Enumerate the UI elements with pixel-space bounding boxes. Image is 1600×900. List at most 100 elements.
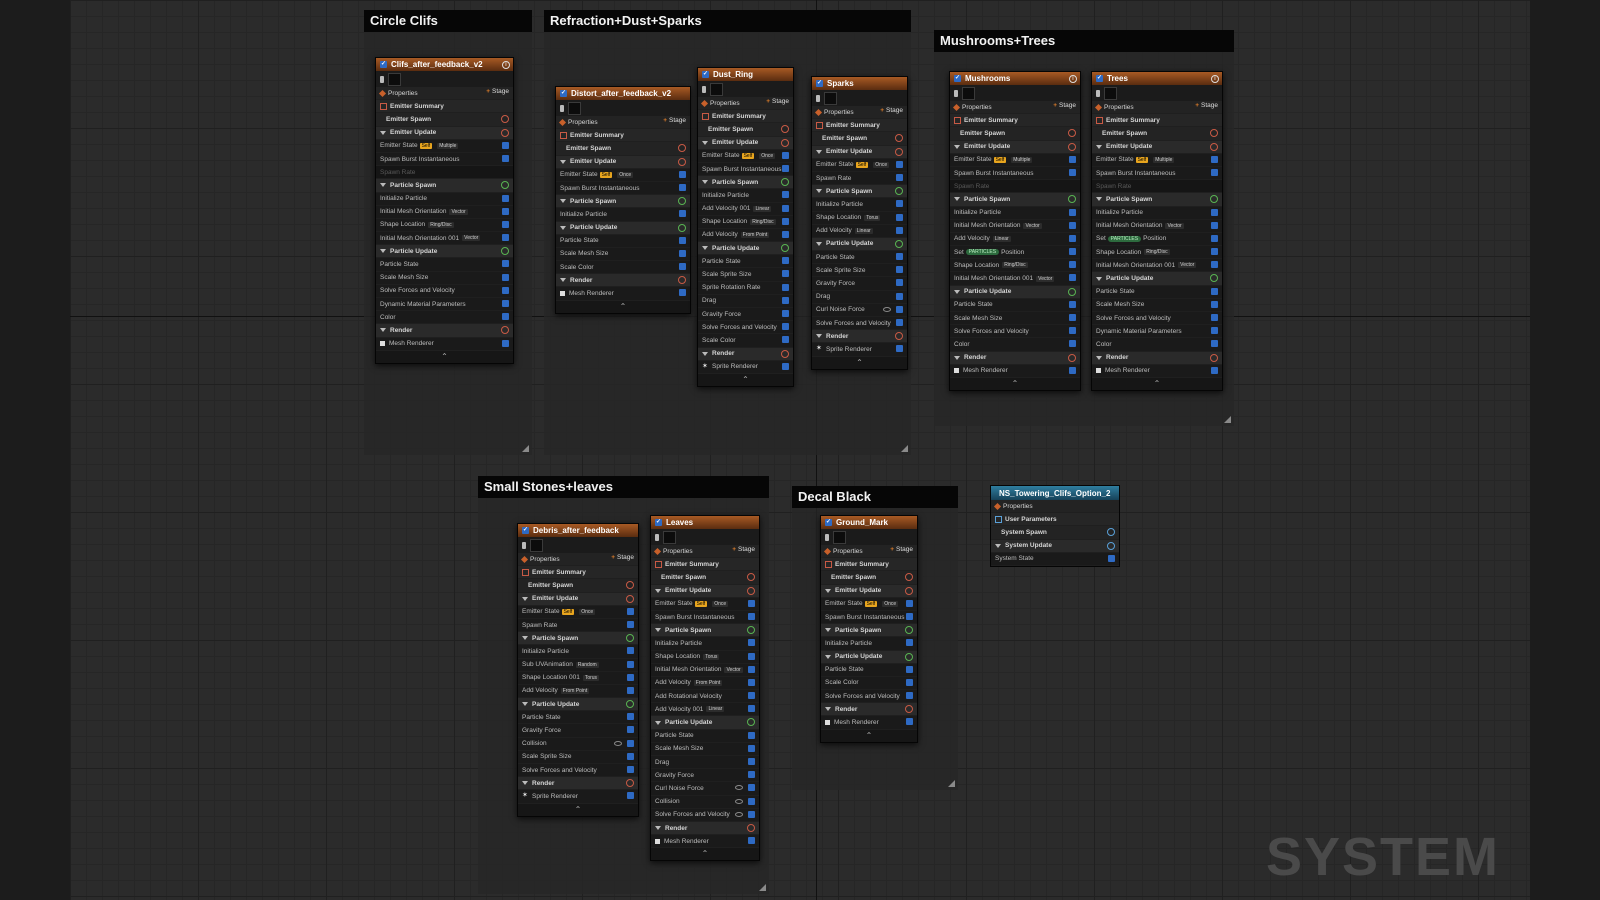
stack-row-particle-spawn[interactable]: Particle Spawn: [556, 195, 690, 209]
add-module-icon[interactable]: [781, 125, 789, 134]
stack-row-initialize-particle[interactable]: Initialize Particle: [518, 645, 638, 659]
module-enable-checkbox[interactable]: [1211, 366, 1218, 374]
stack-row-emitter-spawn[interactable]: Emitter Spawn: [698, 123, 793, 137]
module-enable-checkbox[interactable]: [906, 692, 913, 700]
add-stage-button[interactable]: + Stage: [880, 107, 903, 114]
pin-icon[interactable]: [816, 94, 820, 102]
info-icon[interactable]: i: [1211, 75, 1219, 83]
stack-row-emitter-state[interactable]: Emitter State Self Once: [651, 597, 759, 611]
module-enable-checkbox[interactable]: [1211, 234, 1218, 242]
stack-row-particle-spawn[interactable]: Particle Spawn: [1092, 193, 1222, 207]
collapse-node-button[interactable]: ⌃: [950, 377, 1080, 390]
stack-row-add-rotational-velocity[interactable]: Add Rotational Velocity: [651, 690, 759, 704]
stack-row-emitter-update[interactable]: Emitter Update: [812, 145, 907, 159]
add-stage-button[interactable]: + Stage: [766, 98, 789, 105]
module-enable-checkbox[interactable]: [1069, 366, 1076, 374]
stack-row-properties[interactable]: Properties + Stage: [698, 97, 793, 111]
module-enable-checkbox[interactable]: [627, 607, 634, 615]
emitter-header[interactable]: ✓ Leaves: [651, 516, 759, 529]
add-module-icon[interactable]: [678, 223, 686, 232]
module-enable-checkbox[interactable]: [748, 652, 755, 660]
module-enable-checkbox[interactable]: [627, 766, 634, 773]
add-module-icon[interactable]: [626, 581, 634, 590]
stack-row-emitter-update[interactable]: Emitter Update: [376, 126, 513, 140]
module-enable-checkbox[interactable]: [896, 319, 903, 326]
stack-row-render[interactable]: Render: [821, 703, 917, 717]
stack-row-initialize-particle[interactable]: Initialize Particle: [812, 198, 907, 212]
stack-row-particle-update[interactable]: Particle Update: [1092, 272, 1222, 286]
module-enable-checkbox[interactable]: [1211, 314, 1218, 321]
module-enable-checkbox[interactable]: [627, 660, 634, 668]
stack-row-add-velocity-001[interactable]: Add Velocity 001 Linear: [651, 703, 759, 717]
stack-row-scale-color[interactable]: Scale Color: [698, 334, 793, 348]
stack-row-properties[interactable]: Properties + Stage: [812, 106, 907, 120]
collapse-arrow-icon[interactable]: [522, 781, 528, 786]
stack-row-shape-location[interactable]: Shape Location Ring/Disc: [1092, 246, 1222, 260]
module-enable-checkbox[interactable]: [1069, 300, 1076, 308]
stack-row-properties[interactable]: Properties + Stage: [821, 545, 917, 559]
collapse-arrow-icon[interactable]: [380, 130, 386, 135]
stack-row-shape-location[interactable]: Shape Location Ring/Disc: [698, 215, 793, 229]
stack-row-particle-update[interactable]: Particle Update: [376, 245, 513, 259]
module-enable-checkbox[interactable]: [502, 141, 509, 149]
module-enable-checkbox[interactable]: [1069, 274, 1076, 282]
module-enable-checkbox[interactable]: [1069, 208, 1076, 216]
stack-row-spawn-burst-instantaneous[interactable]: Spawn Burst Instantaneous: [950, 166, 1080, 181]
module-enable-checkbox[interactable]: [502, 207, 509, 215]
module-enable-checkbox[interactable]: [782, 257, 789, 265]
module-enable-checkbox[interactable]: [748, 797, 755, 805]
module-enable-checkbox[interactable]: [782, 204, 789, 212]
module-enable-checkbox[interactable]: [748, 784, 755, 792]
emitter-node-trees[interactable]: ✓ Trees i Properties + Stage Emitter Summary Em…: [1091, 71, 1223, 391]
collapse-node-button[interactable]: ⌃: [376, 350, 513, 363]
collapse-arrow-icon[interactable]: [1096, 197, 1102, 202]
system-row-properties[interactable]: Properties: [991, 500, 1119, 514]
module-enable-checkbox[interactable]: [782, 270, 789, 278]
module-enable-checkbox[interactable]: [1069, 155, 1076, 163]
resize-handle-icon[interactable]: [948, 780, 955, 787]
info-icon[interactable]: i: [1069, 75, 1077, 83]
module-enable-checkbox[interactable]: [502, 154, 509, 162]
stack-row-emitter-state[interactable]: Emitter State Self Once: [698, 149, 793, 163]
collapse-arrow-icon[interactable]: [825, 628, 831, 633]
module-enable-checkbox[interactable]: [627, 752, 634, 760]
collapse-arrow-icon[interactable]: [954, 355, 960, 360]
module-enable-checkbox[interactable]: [782, 164, 789, 172]
system-row-user-parameters[interactable]: User Parameters: [991, 513, 1119, 527]
add-module-icon[interactable]: [1068, 287, 1076, 296]
stack-row-scale-color[interactable]: Scale Color: [821, 676, 917, 691]
emitter-header[interactable]: ✓ Distort_after_feedback_v2: [556, 87, 690, 100]
stack-row-particle-state[interactable]: Particle State: [812, 251, 907, 265]
stack-row-initialize-particle[interactable]: Initialize Particle: [950, 206, 1080, 220]
stack-row-sprite-renderer[interactable]: ✶ Sprite Renderer: [698, 360, 793, 374]
stack-row-particle-state[interactable]: Particle State: [651, 729, 759, 743]
stack-row-emitter-summary[interactable]: Emitter Summary: [950, 114, 1080, 128]
module-enable-checkbox[interactable]: [896, 253, 903, 261]
stack-row-particle-spawn[interactable]: Particle Spawn: [698, 176, 793, 190]
add-module-icon[interactable]: [1210, 142, 1218, 151]
collapse-node-button[interactable]: ⌃: [698, 373, 793, 386]
stack-row-spawn-rate[interactable]: Spawn Rate: [376, 166, 513, 180]
stack-row-render[interactable]: Render: [950, 351, 1080, 365]
add-module-icon[interactable]: [781, 349, 789, 358]
add-module-icon[interactable]: [501, 115, 509, 124]
add-module-icon[interactable]: [501, 128, 509, 137]
add-module-icon[interactable]: [501, 247, 509, 256]
stack-row-spawn-burst-instantaneous[interactable]: Spawn Burst Instantaneous: [1092, 166, 1222, 181]
module-enable-checkbox[interactable]: [502, 339, 509, 347]
stack-row-shape-location[interactable]: Shape Location Ring/Disc: [376, 218, 513, 233]
stack-row-initial-mesh-orientation[interactable]: Initial Mesh Orientation Vector: [950, 219, 1080, 233]
stack-row-initial-mesh-orientation[interactable]: Initial Mesh Orientation Vector: [651, 663, 759, 677]
collapse-arrow-icon[interactable]: [995, 543, 1001, 548]
module-enable-checkbox[interactable]: [1211, 248, 1218, 256]
module-enable-checkbox[interactable]: [1211, 155, 1218, 163]
module-enable-checkbox[interactable]: [906, 612, 913, 620]
enable-checkbox[interactable]: ✓: [816, 80, 823, 87]
module-enable-checkbox[interactable]: [502, 220, 509, 228]
add-module-icon[interactable]: [1068, 129, 1076, 138]
module-enable-checkbox[interactable]: [627, 726, 634, 734]
emitter-node-debris[interactable]: ✓ Debris_after_feedback Properties + Stage Em…: [517, 523, 639, 817]
module-enable-checkbox[interactable]: [679, 183, 686, 191]
stack-row-set[interactable]: Set PARTICLES Position: [950, 246, 1080, 260]
emitter-header[interactable]: ✓ Trees i: [1092, 72, 1222, 85]
